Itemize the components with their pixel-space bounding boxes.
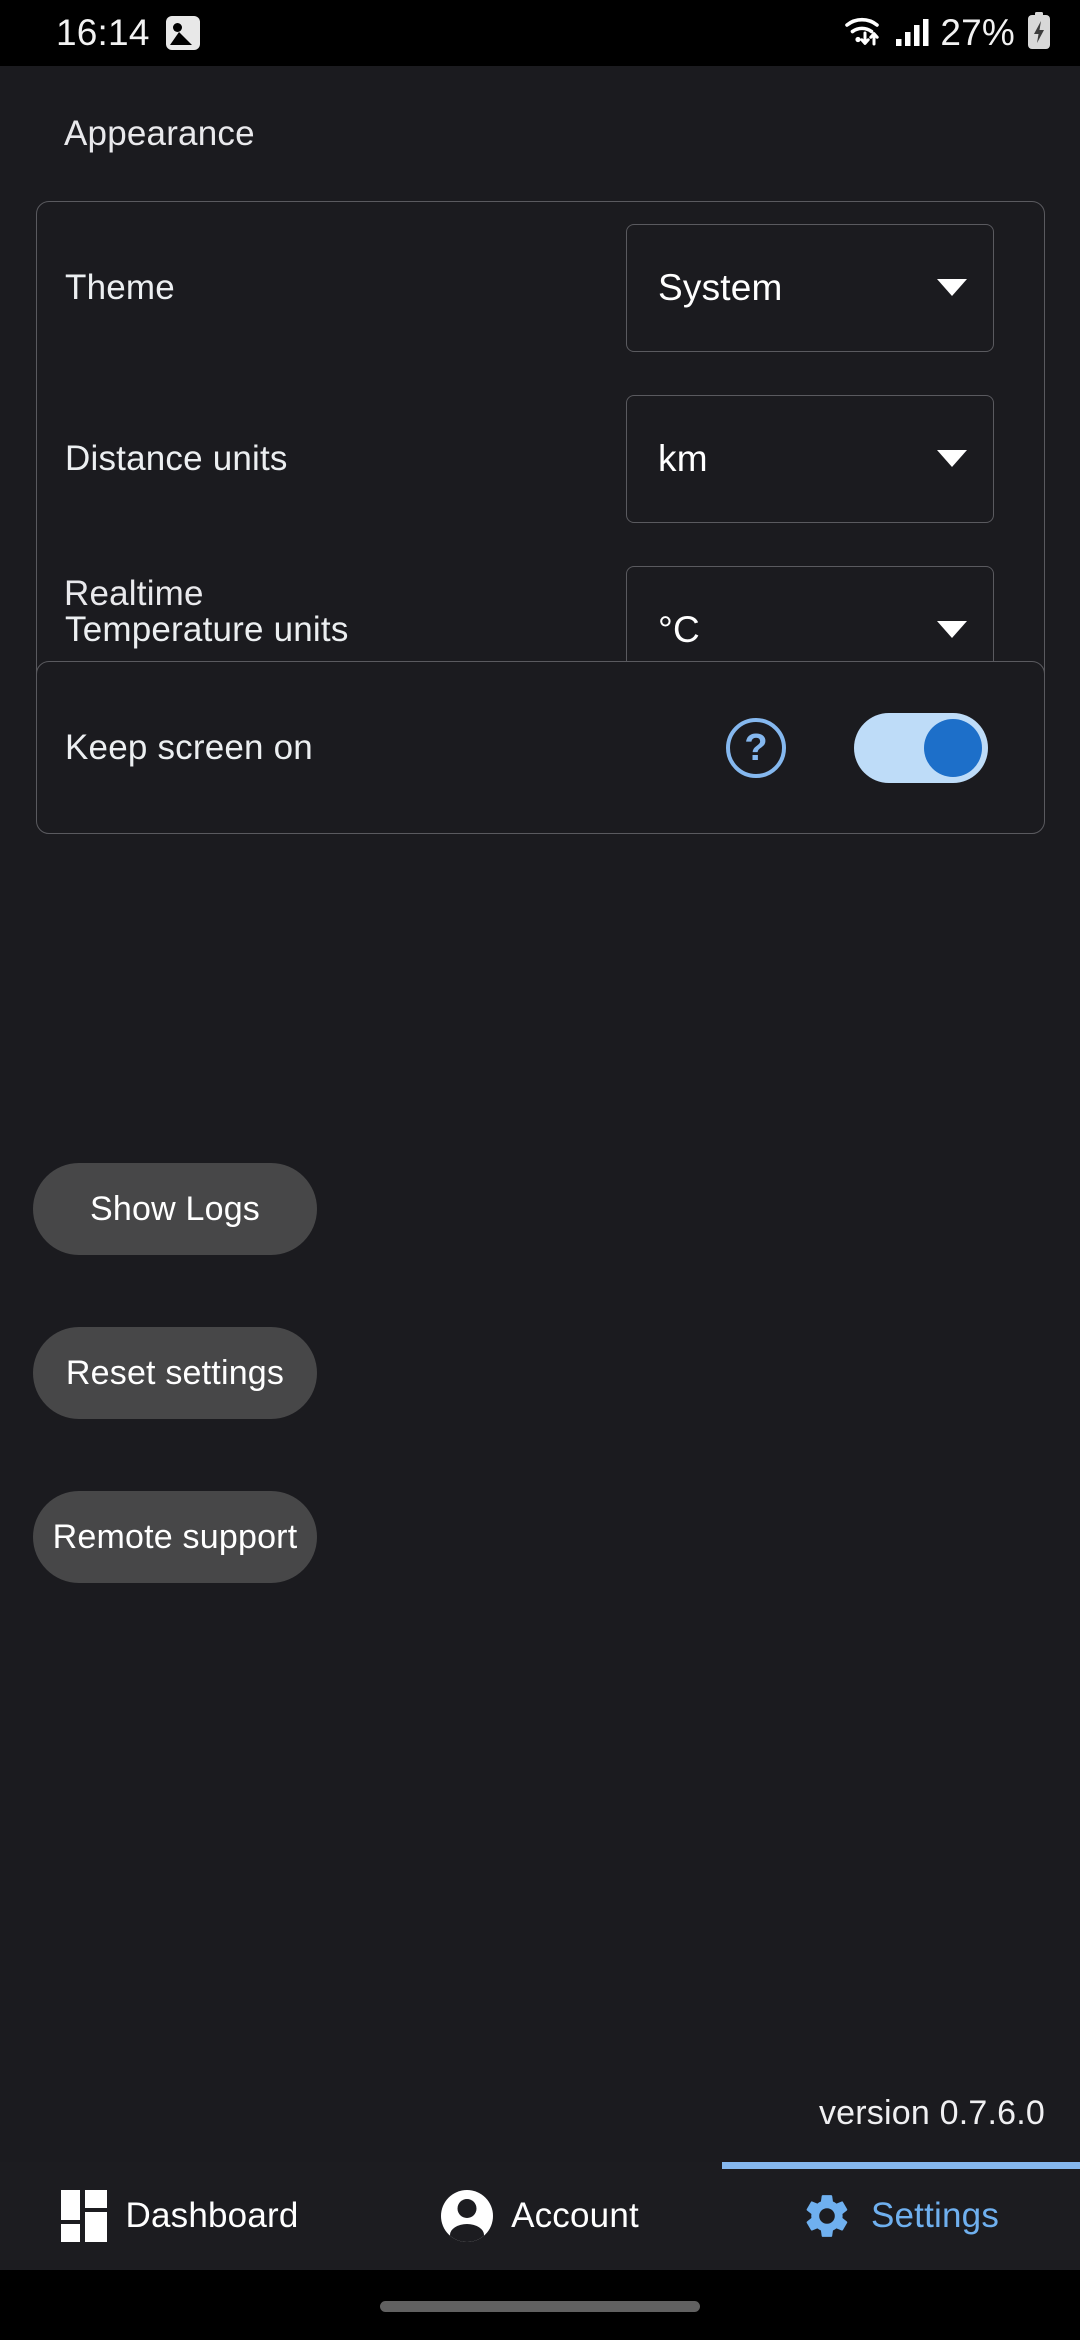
distance-units-label: Distance units [65, 438, 288, 478]
distance-units-dropdown-value: km [658, 437, 708, 479]
show-logs-button-label: Show Logs [89, 1189, 261, 1228]
appearance-section-title: Appearance [64, 114, 255, 153]
toggle-thumb [924, 718, 982, 777]
nav-label-account: Account [511, 2196, 639, 2235]
realtime-section-title: Realtime [64, 574, 204, 613]
setting-row-keep-screen-on[interactable]: Keep screen on ? [37, 662, 1044, 833]
remote-support-button-label: Remote support [52, 1517, 298, 1556]
realtime-card: Keep screen on ? [36, 661, 1045, 834]
active-tab-indicator [722, 2162, 1080, 2169]
reset-settings-button[interactable]: Reset settings [33, 1327, 317, 1419]
cellular-signal-icon [895, 15, 929, 52]
status-bar-clock: 16:14 [56, 12, 150, 53]
status-bar: 16:14 27% [0, 0, 1080, 66]
realtime-section: Realtime Keep screen on ? [0, 574, 1080, 834]
nav-label-settings: Settings [870, 2196, 1000, 2235]
help-circle-icon[interactable]: ? [726, 717, 786, 778]
action-buttons: Show Logs Reset settings Remote support [0, 1163, 1080, 1583]
keep-screen-on-toggle[interactable] [854, 712, 988, 783]
wifi-icon [844, 13, 884, 54]
image-icon [165, 16, 200, 50]
theme-label: Theme [65, 267, 175, 307]
bottom-navigation-bar: Dashboard Account Settings [0, 2162, 1080, 2270]
status-bar-left: 16:14 [56, 12, 200, 54]
setting-row-distance-units[interactable]: Distance units km [37, 373, 1044, 544]
gear-icon [801, 2190, 853, 2242]
app-screen: 16:14 27% Appearance Theme System Distan… [0, 0, 1080, 2340]
dashboard-icon [61, 2190, 108, 2242]
gesture-handle[interactable] [380, 2301, 700, 2312]
chevron-down-icon [937, 279, 967, 296]
nav-item-settings[interactable]: Settings [720, 2162, 1080, 2270]
theme-control: System [626, 223, 994, 352]
nav-label-dashboard: Dashboard [125, 2196, 299, 2235]
nav-item-dashboard[interactable]: Dashboard [0, 2162, 360, 2270]
chevron-down-icon [937, 450, 967, 467]
version-label: version 0.7.6.0 [818, 2094, 1045, 2132]
theme-dropdown[interactable]: System [626, 223, 994, 352]
show-logs-button[interactable]: Show Logs [33, 1163, 317, 1255]
setting-row-theme[interactable]: Theme System [37, 202, 1044, 373]
keep-screen-on-control: ? [726, 712, 988, 783]
remote-support-button[interactable]: Remote support [33, 1491, 317, 1583]
status-bar-right: 27% [844, 11, 1052, 55]
account-icon [441, 2190, 494, 2242]
battery-charging-icon [1026, 11, 1052, 55]
keep-screen-on-label: Keep screen on [65, 727, 313, 767]
distance-units-control: km [626, 394, 994, 523]
theme-dropdown-value: System [658, 266, 783, 308]
settings-content: Appearance Theme System Distance units k… [0, 66, 1080, 2162]
nav-item-account[interactable]: Account [360, 2162, 720, 2270]
distance-units-dropdown[interactable]: km [626, 394, 994, 523]
reset-settings-button-label: Reset settings [65, 1353, 285, 1392]
battery-percent-label: 27% [940, 12, 1015, 53]
